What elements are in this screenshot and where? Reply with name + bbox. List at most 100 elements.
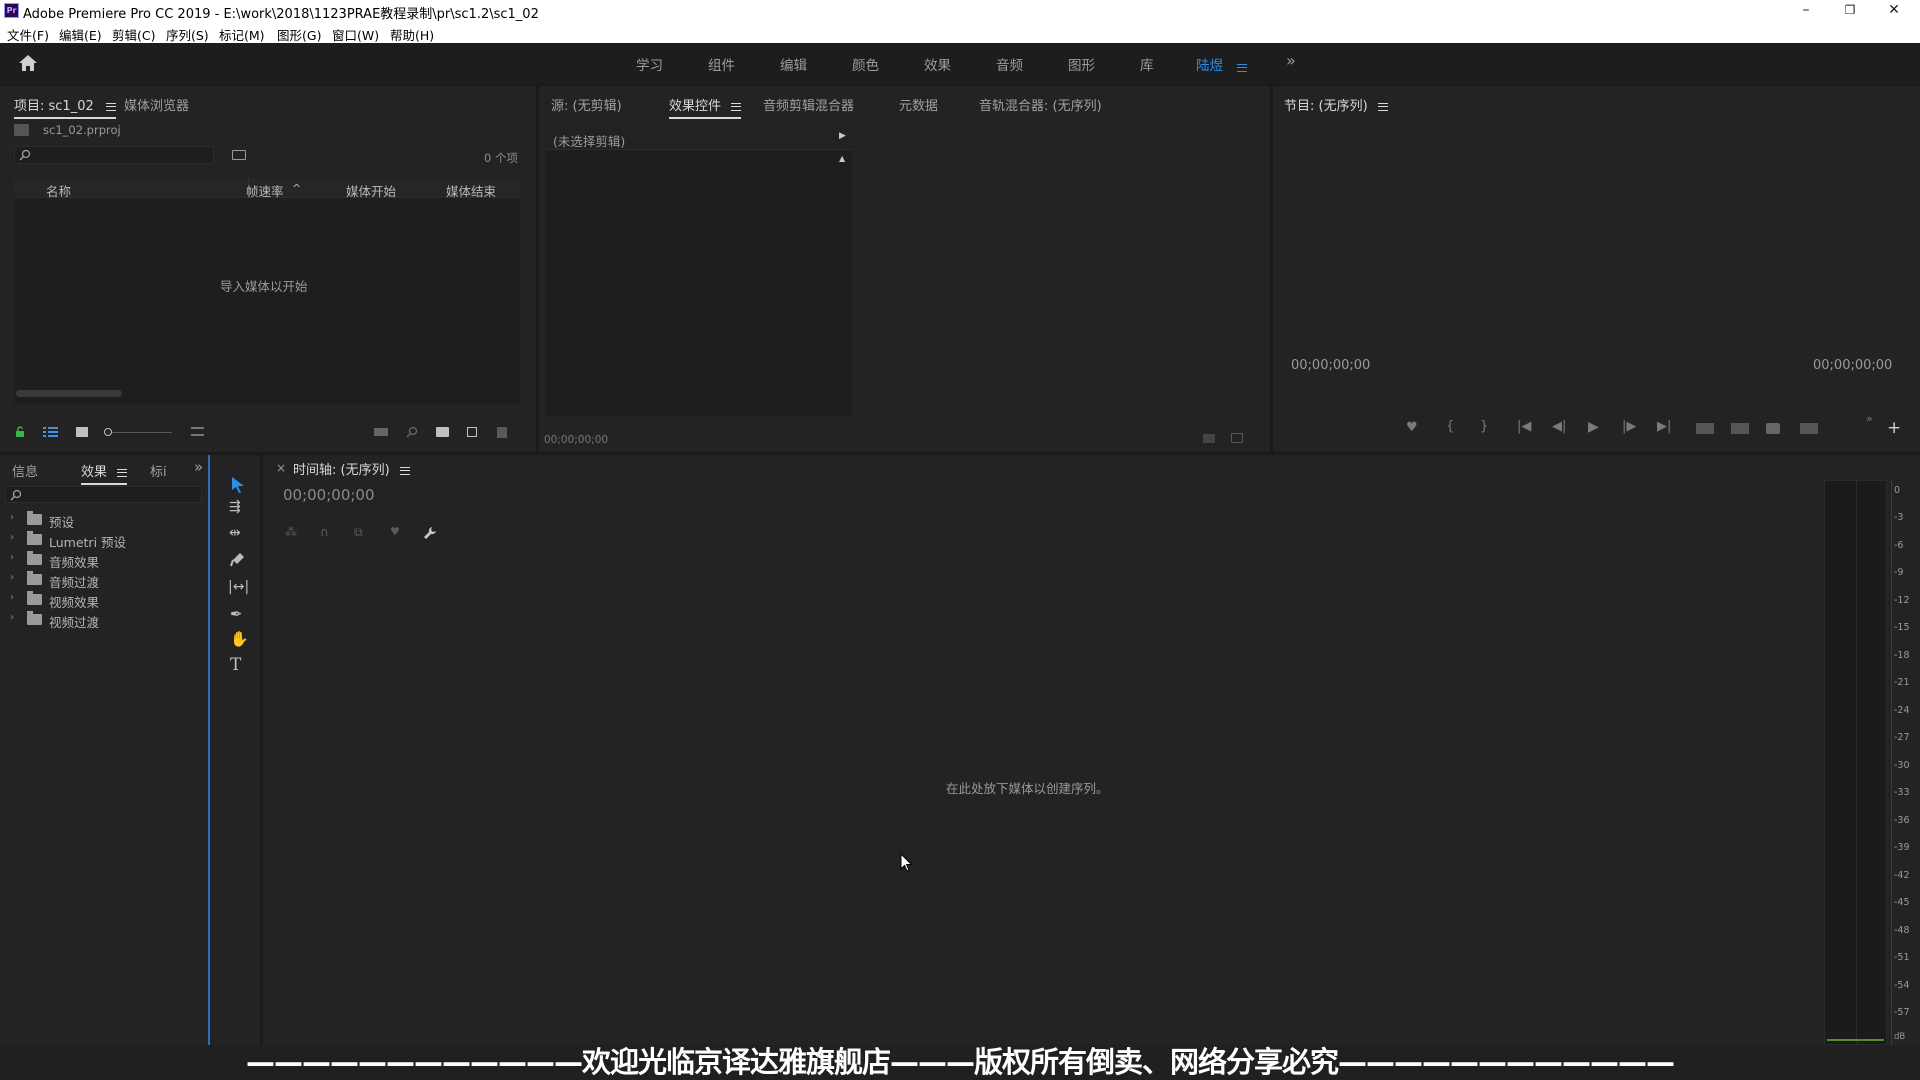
snap-icon[interactable]: ∩ <box>320 525 329 539</box>
tab-metadata[interactable]: 元数据 <box>899 95 938 114</box>
chevron-right-icon[interactable]: › <box>10 552 14 563</box>
program-timecode-current[interactable]: 00;00;00;00 <box>1291 358 1370 373</box>
new-bin-from-search-icon[interactable] <box>232 150 246 160</box>
extract-icon[interactable] <box>1731 423 1749 434</box>
step-back-icon[interactable]: ◀| <box>1552 419 1566 434</box>
tab-info[interactable]: 信息 <box>12 461 38 480</box>
home-icon[interactable] <box>18 54 38 72</box>
expand-arrow-icon[interactable]: ▶ <box>839 131 846 141</box>
pen-tool-icon[interactable]: ✒ <box>230 605 243 623</box>
find-icon[interactable] <box>406 426 418 438</box>
close-timeline-icon[interactable]: × <box>276 461 286 475</box>
chevron-right-icon[interactable]: › <box>10 532 14 543</box>
workspace-color[interactable]: 颜色 <box>852 54 879 74</box>
column-media-start[interactable]: 媒体开始 <box>346 181 396 200</box>
chevron-right-icon[interactable]: › <box>10 612 14 623</box>
menu-help[interactable]: 帮助(H) <box>390 25 434 44</box>
menu-sequence[interactable]: 序列(S) <box>166 25 209 44</box>
tab-program[interactable]: 节目: (无序列) <box>1284 95 1388 114</box>
go-to-in-icon[interactable]: |◀ <box>1517 419 1531 434</box>
insert-nest-icon[interactable]: ⁂ <box>285 525 297 539</box>
sort-icons-icon[interactable] <box>191 427 204 436</box>
menu-edit[interactable]: 编辑(E) <box>59 25 102 44</box>
go-to-out-icon[interactable]: ▶| <box>1657 419 1671 434</box>
lock-icon[interactable] <box>14 426 26 438</box>
mark-out-icon[interactable]: } <box>1480 419 1488 434</box>
workspace-libraries[interactable]: 库 <box>1140 54 1154 74</box>
effect-controls-area[interactable]: (未选择剪辑) ▶ ▲ <box>545 128 852 416</box>
scroll-up-icon[interactable]: ▲ <box>839 154 845 163</box>
filter-icon[interactable] <box>1203 434 1215 443</box>
tab-effect-controls[interactable]: 效果控件 <box>669 95 742 119</box>
list-view-icon[interactable] <box>43 426 58 438</box>
workspace-menu-icon[interactable] <box>1237 63 1247 72</box>
tab-audio-clip-mixer[interactable]: 音频剪辑混合器 <box>763 95 854 114</box>
icon-view-icon[interactable] <box>76 427 88 437</box>
linked-selection-icon[interactable]: ⧉ <box>354 525 363 540</box>
workspace-graphics[interactable]: 图形 <box>1068 54 1095 74</box>
workspace-assembly[interactable]: 组件 <box>708 54 735 74</box>
type-tool-icon[interactable]: T <box>230 655 241 675</box>
tab-source[interactable]: 源: (无剪辑) <box>551 95 622 114</box>
play-icon[interactable]: ▶ <box>1588 419 1599 435</box>
wrench-icon[interactable] <box>423 526 437 540</box>
tab-project[interactable]: 项目: sc1_02 <box>14 95 116 119</box>
tab-media-browser[interactable]: 媒体浏览器 <box>124 95 189 114</box>
close-button[interactable]: ✕ <box>1872 0 1916 22</box>
workspace-audio[interactable]: 音频 <box>996 54 1023 74</box>
menu-file[interactable]: 文件(F) <box>7 25 49 44</box>
hand-tool-icon[interactable]: ✋ <box>230 630 249 648</box>
chevron-right-icon[interactable]: › <box>10 572 14 583</box>
effects-folder-presets[interactable]: › 预设 <box>0 510 200 530</box>
restore-button[interactable]: ❐ <box>1828 0 1872 22</box>
more-tabs-button[interactable]: » <box>194 458 203 476</box>
add-marker-icon[interactable]: ♥ <box>1406 420 1418 435</box>
chevron-right-icon[interactable]: › <box>10 592 14 603</box>
column-name[interactable]: 名称 <box>46 181 71 200</box>
automate-to-sequence-icon[interactable] <box>374 428 388 436</box>
slip-tool-icon[interactable]: |↔| <box>228 579 249 595</box>
tab-effects[interactable]: 效果 <box>81 461 128 485</box>
export-icon[interactable] <box>1231 433 1243 443</box>
more-workspaces-button[interactable]: » <box>1286 51 1296 70</box>
menu-marker[interactable]: 标记(M) <box>219 25 265 44</box>
razor-tool-icon[interactable] <box>230 551 246 567</box>
effects-folder-lumetri-presets[interactable]: › Lumetri 预设 <box>0 530 200 550</box>
workspace-effects[interactable]: 效果 <box>924 54 951 74</box>
track-select-tool-icon[interactable]: ⇶ <box>229 499 241 515</box>
column-media-end[interactable]: 媒体结束 <box>446 181 496 200</box>
horizontal-scrollbar[interactable] <box>16 390 122 397</box>
zoom-slider-track[interactable] <box>112 432 172 433</box>
project-search-input[interactable] <box>14 146 214 164</box>
tab-audio-track-mixer[interactable]: 音轨混合器: (无序列) <box>979 95 1102 114</box>
new-bin-icon[interactable] <box>436 427 449 437</box>
menu-window[interactable]: 窗口(W) <box>332 25 379 44</box>
step-forward-icon[interactable]: |▶ <box>1622 419 1636 434</box>
effects-folder-video-transitions[interactable]: › 视频过渡 <box>0 610 200 630</box>
new-item-icon[interactable] <box>467 427 477 437</box>
effects-folder-audio-effects[interactable]: › 音频效果 <box>0 550 200 570</box>
chevron-right-icon[interactable]: › <box>10 512 14 523</box>
menu-graphics[interactable]: 图形(G) <box>277 25 321 44</box>
minimize-button[interactable]: – <box>1784 0 1828 22</box>
project-list[interactable]: 名称 帧速率 ^ 媒体开始 媒体结束 导入媒体以开始 <box>14 178 520 404</box>
effects-folder-audio-transitions[interactable]: › 音频过渡 <box>0 570 200 590</box>
button-editor-icon[interactable]: + <box>1887 418 1901 438</box>
mark-in-icon[interactable]: { <box>1446 419 1454 434</box>
effects-folder-video-effects[interactable]: › 视频效果 <box>0 590 200 610</box>
zoom-slider-handle[interactable] <box>104 428 112 436</box>
workspace-learn[interactable]: 学习 <box>636 54 663 74</box>
more-controls-icon[interactable]: » <box>1866 412 1873 425</box>
effects-search-input[interactable] <box>5 486 202 503</box>
lift-icon[interactable] <box>1696 423 1714 434</box>
tab-markers[interactable]: 标i <box>150 461 167 480</box>
tab-timeline[interactable]: 时间轴: (无序列) <box>293 459 410 478</box>
comparison-view-icon[interactable] <box>1800 423 1818 434</box>
add-marker-icon[interactable]: ♥ <box>390 525 400 538</box>
timeline-timecode[interactable]: 00;00;00;00 <box>283 486 375 504</box>
ripple-edit-tool-icon[interactable]: ⇹ <box>229 525 241 541</box>
workspace-custom[interactable]: 陆煜 <box>1196 54 1223 74</box>
export-frame-icon[interactable] <box>1766 423 1780 434</box>
column-frame-rate[interactable]: 帧速率 <box>246 181 284 200</box>
menu-clip[interactable]: 剪辑(C) <box>112 25 155 44</box>
